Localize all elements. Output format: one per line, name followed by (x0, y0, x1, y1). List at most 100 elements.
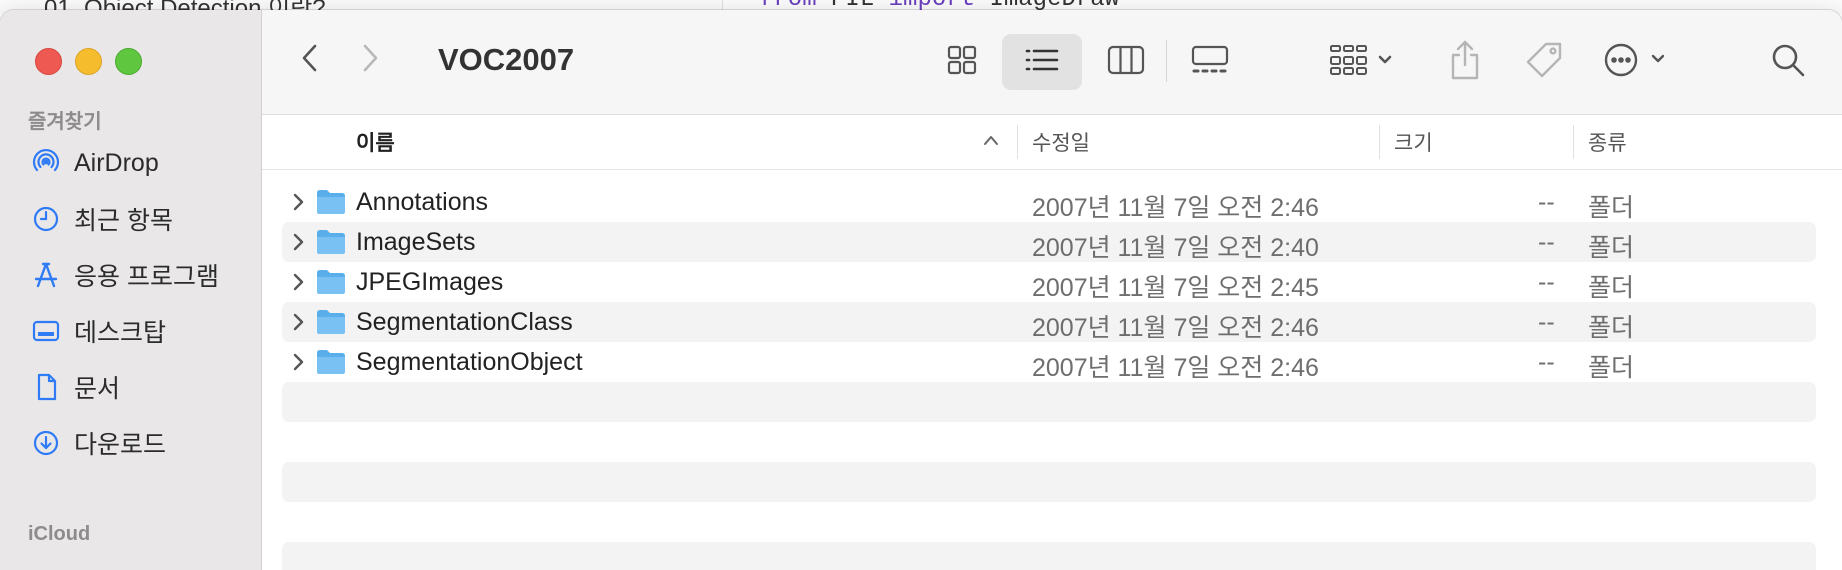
column-header-name[interactable]: 이름 (356, 127, 395, 157)
table-row[interactable]: ImageSets 2007년 11월 7일 오전 2:40 -- 폴더 (282, 222, 1816, 262)
column-header-size[interactable]: 크기 (1394, 127, 1433, 157)
sidebar-item-label: 다운로드 (74, 431, 167, 459)
back-icon (299, 41, 321, 80)
close-button[interactable] (35, 48, 62, 75)
grid-view-icon (946, 44, 978, 81)
column-separator (1573, 125, 1574, 159)
file-name: SegmentationObject (356, 348, 583, 376)
favorites-section-label: 즐겨찾기 (28, 111, 102, 133)
file-kind: 폴더 (1588, 354, 1635, 382)
disclosure-chevron-icon[interactable] (290, 311, 306, 333)
search-button[interactable] (1760, 34, 1816, 90)
file-kind: 폴더 (1588, 274, 1635, 302)
sidebar-item-airdrop[interactable]: AirDrop (30, 143, 255, 183)
sidebar-item-label: 응용 프로그램 (74, 263, 219, 291)
gallery-view-icon (1190, 45, 1230, 80)
window-title: VOC2007 (438, 42, 575, 77)
file-modified: 2007년 11월 7일 오전 2:46 (1032, 354, 1319, 382)
sidebar-item-recents[interactable]: 최근 항목 (30, 199, 255, 239)
table-row[interactable]: Annotations 2007년 11월 7일 오전 2:46 -- 폴더 (282, 182, 1816, 222)
folder-icon (315, 348, 347, 376)
folder-icon (315, 308, 347, 336)
file-kind: 폴더 (1588, 234, 1635, 262)
forward-button[interactable] (352, 42, 388, 78)
table-row[interactable]: JPEGImages 2007년 11월 7일 오전 2:45 -- 폴더 (282, 262, 1816, 302)
share-button[interactable] (1440, 32, 1490, 92)
search-icon (1770, 42, 1806, 83)
list-view-icon (1024, 46, 1060, 79)
download-icon (30, 427, 62, 459)
file-kind: 폴더 (1588, 314, 1635, 342)
forward-icon (359, 41, 381, 80)
file-modified: 2007년 11월 7일 오전 2:45 (1032, 274, 1319, 302)
column-header-row: 이름 수정일 크기 종류 (262, 115, 1842, 170)
toolbar: VOC2007 (262, 10, 1842, 115)
minimize-button[interactable] (75, 48, 102, 75)
file-list: Annotations 2007년 11월 7일 오전 2:46 -- 폴더 I… (282, 182, 1816, 570)
file-name: SegmentationClass (356, 308, 573, 336)
empty-row (282, 422, 1816, 462)
group-icon (1329, 44, 1395, 81)
table-row[interactable]: SegmentationObject 2007년 11월 7일 오전 2:46 … (282, 342, 1816, 382)
empty-row (282, 462, 1816, 502)
file-size: -- (1538, 268, 1555, 296)
tag-icon (1524, 40, 1564, 85)
more-icon (1603, 42, 1673, 83)
table-row[interactable]: SegmentationClass 2007년 11월 7일 오전 2:46 -… (282, 302, 1816, 342)
sort-ascending-icon (982, 133, 1000, 152)
sidebar-item-documents[interactable]: 문서 (30, 367, 255, 407)
group-button[interactable] (1322, 34, 1402, 90)
sidebar-item-label: 최근 항목 (74, 207, 173, 235)
file-size: -- (1538, 348, 1555, 376)
file-kind: 폴더 (1588, 194, 1635, 222)
file-size: -- (1538, 228, 1555, 256)
folder-icon (315, 268, 347, 296)
finder-window: 즐겨찾기 AirDrop 최근 항목 응용 프로그램 데스크탑 문서 다운로드 … (0, 10, 1842, 570)
icon-view-button[interactable] (934, 34, 990, 90)
sidebar-item-applications[interactable]: 응용 프로그램 (30, 255, 255, 295)
gallery-view-button[interactable] (1178, 34, 1242, 90)
more-actions-button[interactable] (1596, 34, 1680, 90)
toolbar-separator (1166, 40, 1167, 82)
folder-icon (315, 188, 347, 216)
empty-row (282, 502, 1816, 542)
sidebar-item-downloads[interactable]: 다운로드 (30, 423, 255, 463)
file-size: -- (1538, 308, 1555, 336)
sidebar: 즐겨찾기 AirDrop 최근 항목 응용 프로그램 데스크탑 문서 다운로드 … (0, 10, 262, 570)
disclosure-chevron-icon[interactable] (290, 271, 306, 293)
sidebar-item-label: 문서 (74, 375, 121, 403)
empty-row (282, 382, 1816, 422)
column-separator (1379, 125, 1380, 159)
icloud-section-label: iCloud (28, 523, 91, 545)
disclosure-chevron-icon[interactable] (290, 191, 306, 213)
document-icon (30, 371, 62, 403)
file-size: -- (1538, 188, 1555, 216)
sidebar-item-label: 데스크탑 (74, 319, 167, 347)
desktop-icon (30, 315, 62, 347)
file-modified: 2007년 11월 7일 오전 2:40 (1032, 234, 1319, 262)
folder-icon (315, 228, 347, 256)
file-modified: 2007년 11월 7일 오전 2:46 (1032, 314, 1319, 342)
back-button[interactable] (292, 42, 328, 78)
clock-icon (30, 203, 62, 235)
file-modified: 2007년 11월 7일 오전 2:46 (1032, 194, 1319, 222)
empty-row (282, 542, 1816, 570)
tag-button[interactable] (1516, 34, 1572, 90)
sidebar-item-label: AirDrop (74, 148, 159, 177)
file-name: Annotations (356, 188, 489, 216)
applications-icon (30, 259, 62, 291)
column-header-kind[interactable]: 종류 (1588, 127, 1627, 157)
column-separator (1017, 125, 1018, 159)
file-name: JPEGImages (356, 268, 504, 296)
airdrop-icon (30, 147, 62, 179)
sidebar-item-desktop[interactable]: 데스크탑 (30, 311, 255, 351)
column-header-modified[interactable]: 수정일 (1032, 127, 1090, 157)
share-icon (1448, 39, 1482, 86)
disclosure-chevron-icon[interactable] (290, 351, 306, 373)
list-view-button[interactable] (1002, 34, 1082, 90)
disclosure-chevron-icon[interactable] (290, 231, 306, 253)
file-name: ImageSets (356, 228, 476, 256)
column-view-icon (1107, 45, 1145, 80)
zoom-button[interactable] (115, 48, 142, 75)
column-view-button[interactable] (1098, 34, 1154, 90)
